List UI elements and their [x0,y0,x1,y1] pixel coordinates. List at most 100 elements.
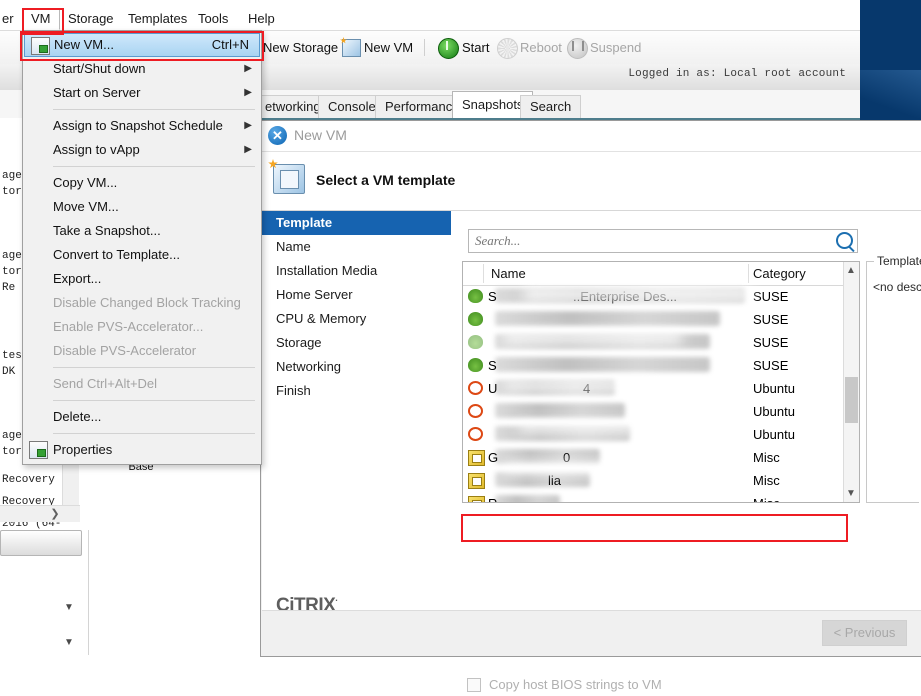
wizard-content-area: Name Category S..Enterprise Des...SUSESU… [451,211,921,692]
menu-item-delete[interactable]: Delete... [23,405,261,429]
tree-item[interactable]: tor [2,186,22,198]
menu-item-server-truncated[interactable]: er [0,8,22,30]
cell-name: S [488,289,497,304]
redaction-haze [503,332,683,344]
menu-item-templates[interactable]: Templates [120,8,195,30]
menu-item-new-vm[interactable]: New VM... Ctrl+N [24,33,260,57]
panel-divider [88,530,89,655]
tree-item[interactable]: DK [2,366,15,378]
wizard-step-cpu-memory[interactable]: CPU & Memory [262,307,451,331]
wizard-step-storage[interactable]: Storage [262,331,451,355]
redaction-haze [523,287,753,301]
search-input[interactable] [468,229,858,253]
redaction-haze [518,422,638,433]
menu-item-label: Delete... [53,409,102,424]
menu-item-start-on-server[interactable]: Start on Server ▶ [23,81,261,105]
cell-category: SUSE [753,335,789,350]
template-table[interactable]: Name Category S..Enterprise Des...SUSESU… [462,261,860,503]
wizard-step-networking[interactable]: Networking [262,355,451,379]
menu-item-disable-changed-block-tracking: Disable Changed Block Tracking [23,291,261,315]
start-icon[interactable] [438,38,459,59]
new-storage-button[interactable]: New Storage [263,36,338,60]
menu-item-assign-to-vapp[interactable]: Assign to vApp ▶ [23,138,261,162]
cell-category: Ubuntu [753,404,795,419]
new-vm-button[interactable]: New VM [364,36,413,60]
menu-item-convert-to-template[interactable]: Convert to Template... [23,243,261,267]
menu-item-properties[interactable]: Properties [23,438,261,462]
tree-item[interactable]: age [2,250,22,262]
menu-item-export[interactable]: Export... [23,267,261,291]
tree-item[interactable]: Recovery F [2,474,68,486]
tree-item[interactable]: age [2,170,22,182]
scroll-right-arrow-icon[interactable]: ❯ [48,507,62,520]
tree-item[interactable]: age [2,430,22,442]
table-row[interactable]: Ubuntu [463,400,859,423]
redaction-haze [503,380,653,391]
copy-bios-checkbox[interactable] [467,678,481,692]
vm-template-icon [273,164,305,194]
wizard-step-template[interactable]: Template [262,211,451,235]
cell-category: SUSE [753,312,789,327]
toolbar-separator [424,39,425,56]
chevron-right-icon: ▶ [244,63,252,74]
menu-item-label: Convert to Template... [53,247,180,262]
menu-item-storage[interactable]: Storage [60,8,122,30]
tree-item[interactable]: tes [2,350,22,362]
column-header-category[interactable]: Category [753,262,806,285]
menu-item-take-a-snapshot[interactable]: Take a Snapshot... [23,219,261,243]
table-row[interactable]: S SUSE [463,354,859,377]
column-header-name[interactable]: Name [491,262,526,285]
menu-item-start-shut-down[interactable]: Start/Shut down ▶ [23,57,261,81]
new-vm-icon [31,37,50,55]
collapse-caret-icon-1[interactable]: ▼ [64,602,74,613]
table-scroll-down-icon[interactable]: ▼ [845,488,857,499]
menu-item-assign-to-snapshot-schedule[interactable]: Assign to Snapshot Schedule ▶ [23,114,261,138]
menu-item-label: Move VM... [53,199,119,214]
search-icon[interactable] [836,232,853,249]
menu-item-enable-pvs-accelerator: Enable PVS-Accelerator... [23,315,261,339]
wizard-header: Select a VM template [261,152,921,211]
redaction-haze [503,462,623,474]
resource-tree-footer-box[interactable] [0,530,82,556]
wizard-step-home-server[interactable]: Home Server [262,283,451,307]
table-row[interactable]: R Misc [463,492,859,502]
menu-item-tools[interactable]: Tools [190,8,236,30]
close-icon[interactable]: ✕ [268,126,287,145]
menu-separator [53,433,255,434]
wizard-step-name[interactable]: Name [262,235,451,259]
ubuntu-icon [468,404,483,418]
menu-item-label: Send Ctrl+Alt+Del [53,376,158,391]
table-row[interactable]: SUSE [463,308,859,331]
menu-item-disable-pvs-accelerator: Disable PVS-Accelerator [23,339,261,363]
wizard-step-nav[interactable]: Template Name Installation Media Home Serve… [262,211,452,635]
resource-tree-hscrollbar[interactable]: ❯ [0,505,80,522]
cell-category: Misc [753,450,780,465]
ubuntu-icon [468,381,483,395]
redaction-blur [495,357,710,372]
start-button[interactable]: Start [462,36,489,60]
wizard-step-finish[interactable]: Finish [262,379,451,403]
suspend-button: Suspend [590,40,642,55]
misc-icon [468,496,485,502]
menu-item-vm[interactable]: VM [22,8,60,30]
chevron-right-icon: ▶ [244,144,252,155]
chevron-right-icon: ▶ [244,87,252,98]
menu-item-shortcut: Ctrl+N [211,37,249,52]
header-divider-1 [748,264,749,283]
collapse-caret-icon-2[interactable]: ▼ [64,637,74,648]
tree-item[interactable]: tor [2,266,22,278]
wizard-step-installation-media[interactable]: Installation Media [262,259,451,283]
menu-item-help[interactable]: Help [240,8,283,30]
vm-dropdown-menu[interactable]: New VM... Ctrl+N Start/Shut down ▶ Start on … [22,30,262,465]
tab-search[interactable]: Search [520,95,582,118]
tree-item[interactable]: Re [2,282,15,294]
table-scroll-up-icon[interactable]: ▲ [845,265,857,276]
menu-item-move-vm[interactable]: Move VM... [23,195,261,219]
suse-icon [468,312,483,326]
table-scroll-thumb[interactable] [845,377,858,423]
search-row [468,229,858,253]
menu-item-copy-vm[interactable]: Copy VM... [23,171,261,195]
tree-item[interactable]: tor [2,446,22,458]
bios-checkbox-row[interactable]: Copy host BIOS strings to VM [462,676,862,696]
previous-button[interactable]: < Previous [822,620,907,646]
